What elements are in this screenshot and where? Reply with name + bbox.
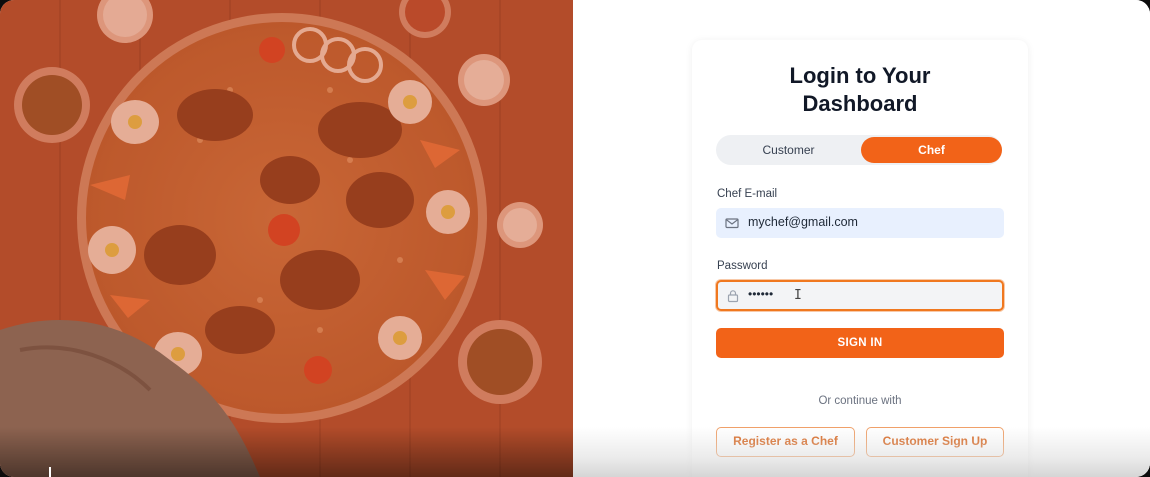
lock-icon [727, 290, 739, 303]
login-panel: Login to Your Dashboard Customer Chef Ch… [573, 0, 1150, 477]
register-chef-button[interactable]: Register as a Chef [716, 427, 855, 457]
progress-tick [49, 467, 51, 477]
mail-icon [725, 218, 739, 229]
sign-in-button[interactable]: SIGN IN [716, 328, 1004, 358]
login-card: Login to Your Dashboard Customer Chef Ch… [692, 40, 1028, 477]
role-toggle: Customer Chef [716, 135, 1002, 165]
divider-text: Or continue with [818, 395, 902, 407]
tab-customer[interactable]: Customer [718, 137, 859, 163]
email-label: Chef E-mail [717, 188, 778, 200]
app-window: Login to Your Dashboard Customer Chef Ch… [0, 0, 1150, 477]
hero-food-image [0, 0, 573, 477]
email-value: mychef@gmail.com [748, 215, 858, 229]
password-field[interactable]: •••••• I [716, 280, 1004, 311]
password-label: Password [717, 260, 768, 272]
email-field[interactable]: mychef@gmail.com [716, 208, 1004, 238]
tab-chef[interactable]: Chef [861, 137, 1002, 163]
text-cursor-icon: I [794, 288, 802, 303]
password-value: •••••• [748, 287, 774, 301]
page-title: Login to Your Dashboard [789, 63, 931, 116]
customer-signup-button[interactable]: Customer Sign Up [866, 427, 1004, 457]
